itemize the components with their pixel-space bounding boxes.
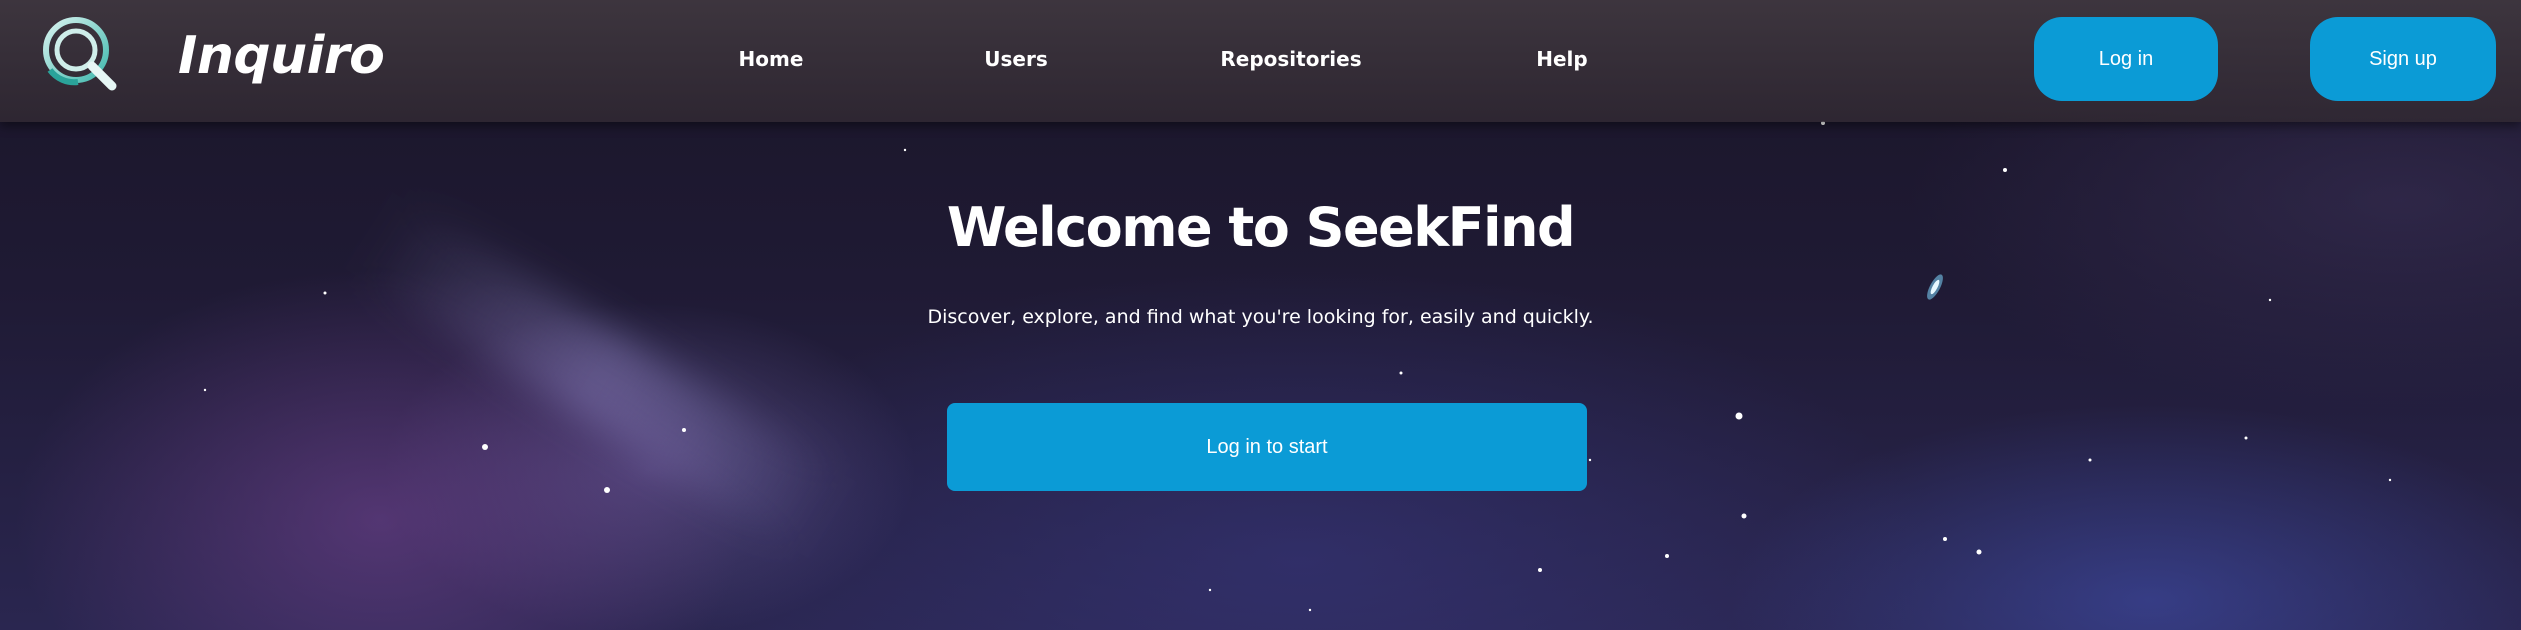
nav-repositories[interactable]: Repositories xyxy=(1220,46,1361,72)
login-to-start-button[interactable]: Log in to start xyxy=(947,403,1587,491)
hero-title: Welcome to SeekFind xyxy=(946,196,1576,259)
nav-users[interactable]: Users xyxy=(984,46,1047,72)
nav-help[interactable]: Help xyxy=(1536,46,1587,72)
landing-page: Inquiro Home Users Repositories Help Log… xyxy=(0,0,2521,630)
signup-button[interactable]: Sign up xyxy=(2310,17,2496,101)
hero-subtitle: Discover, explore, and find what you're … xyxy=(927,306,1594,328)
magnifier-q-logo-icon[interactable] xyxy=(38,12,122,96)
login-button[interactable]: Log in xyxy=(2034,17,2218,101)
nav-home[interactable]: Home xyxy=(739,46,804,72)
top-navbar: Inquiro Home Users Repositories Help Log… xyxy=(0,0,2521,122)
brand-name[interactable]: Inquiro xyxy=(178,26,385,86)
